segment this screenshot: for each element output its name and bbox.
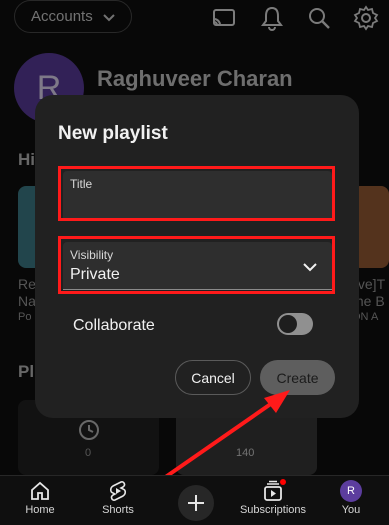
toggle-knob — [279, 315, 297, 333]
nav-you-label: You — [341, 504, 361, 516]
nav-subscriptions-label: Subscriptions — [239, 504, 307, 516]
title-field-highlight — [58, 166, 335, 221]
nav-subscriptions[interactable]: Subscriptions — [233, 479, 313, 516]
visibility-field-highlight — [58, 236, 335, 294]
create-button[interactable]: Create — [260, 360, 335, 395]
notification-dot — [280, 479, 286, 485]
nav-shorts-label: Shorts — [102, 504, 134, 516]
you-avatar: R — [340, 480, 362, 502]
cancel-button[interactable]: Cancel — [175, 360, 251, 395]
nav-home[interactable]: Home — [0, 480, 80, 516]
dialog-title: New playlist — [58, 123, 168, 144]
plus-icon — [188, 495, 204, 511]
home-icon — [31, 481, 49, 500]
nav-you[interactable]: R You — [311, 480, 389, 516]
collaborate-label: Collaborate — [73, 317, 155, 334]
collaborate-toggle[interactable] — [277, 313, 313, 335]
nav-shorts[interactable]: Shorts — [78, 480, 158, 516]
bottom-nav: Home Shorts Subscriptions R You — [0, 475, 389, 525]
create-button-nav[interactable] — [178, 485, 214, 521]
nav-home-label: Home — [25, 504, 55, 516]
shorts-icon — [109, 481, 127, 501]
